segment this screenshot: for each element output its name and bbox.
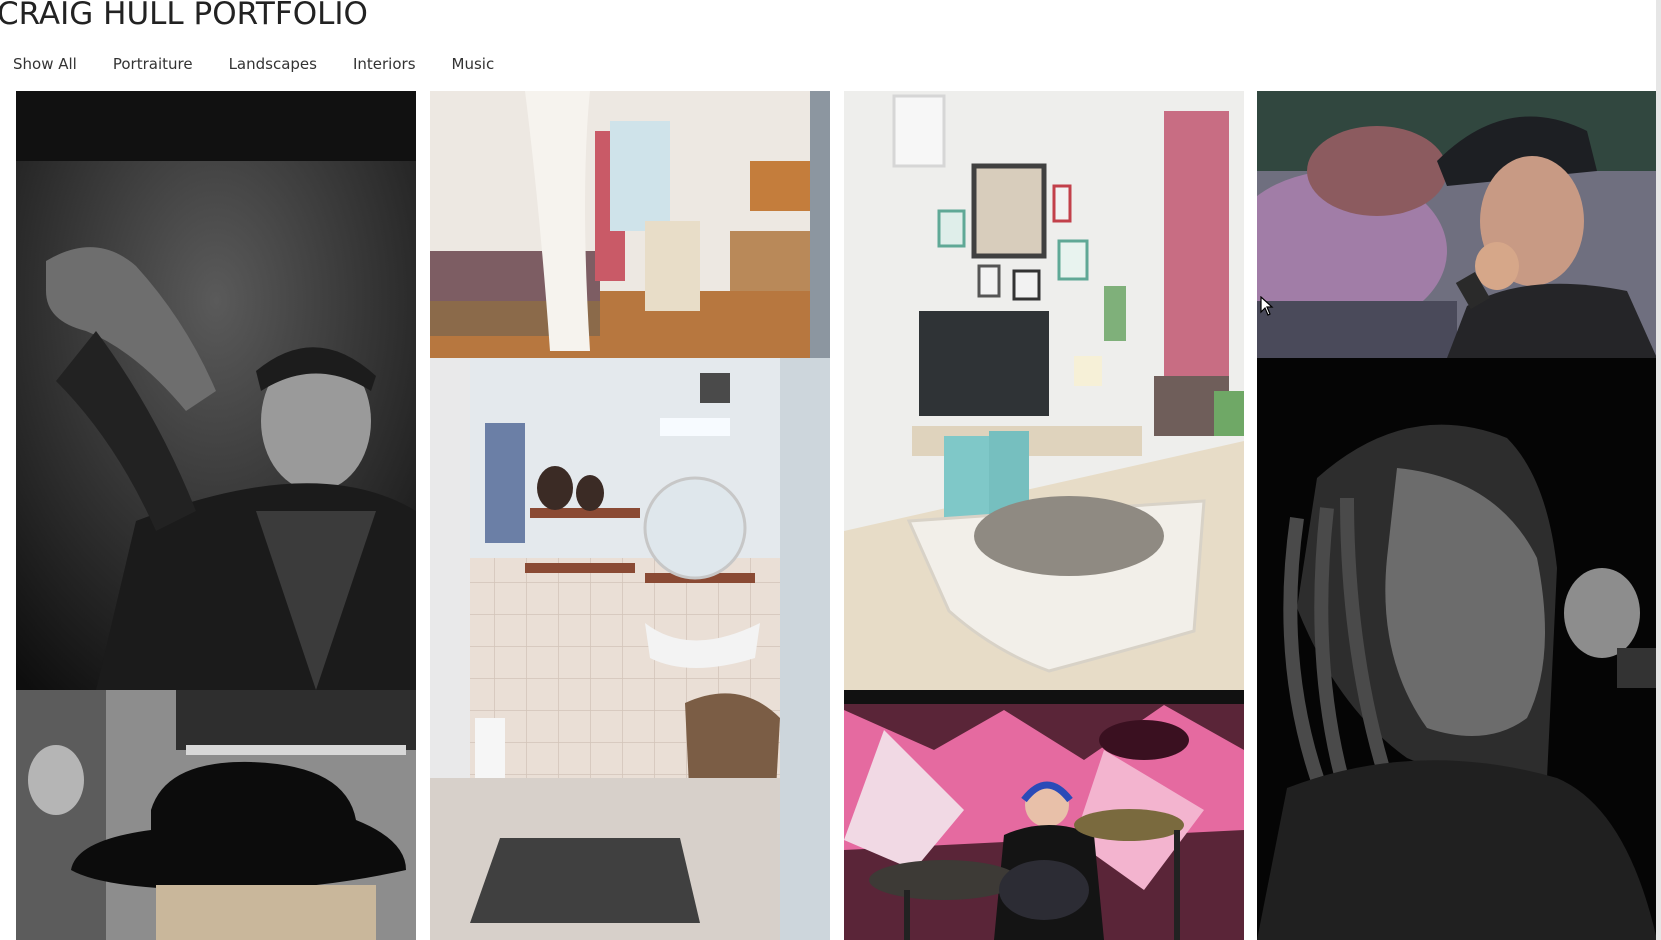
photo-man-leather-jacket[interactable]: [16, 91, 416, 690]
photo-singer-cap-microphone[interactable]: [1257, 91, 1657, 358]
photo-drummer-stage[interactable]: [844, 690, 1244, 940]
photo-person-black-hat[interactable]: [16, 690, 416, 940]
photo-bedroom-kitchen[interactable]: [430, 91, 830, 358]
photo-gallery: [0, 0, 1661, 940]
photo-singer-dreadlocks[interactable]: [1257, 358, 1657, 940]
photo-bathroom[interactable]: [430, 358, 830, 940]
mouse-cursor-icon: [1260, 296, 1274, 316]
page-scrollbar[interactable]: [1656, 0, 1661, 940]
photo-living-room-tv[interactable]: [844, 91, 1244, 690]
